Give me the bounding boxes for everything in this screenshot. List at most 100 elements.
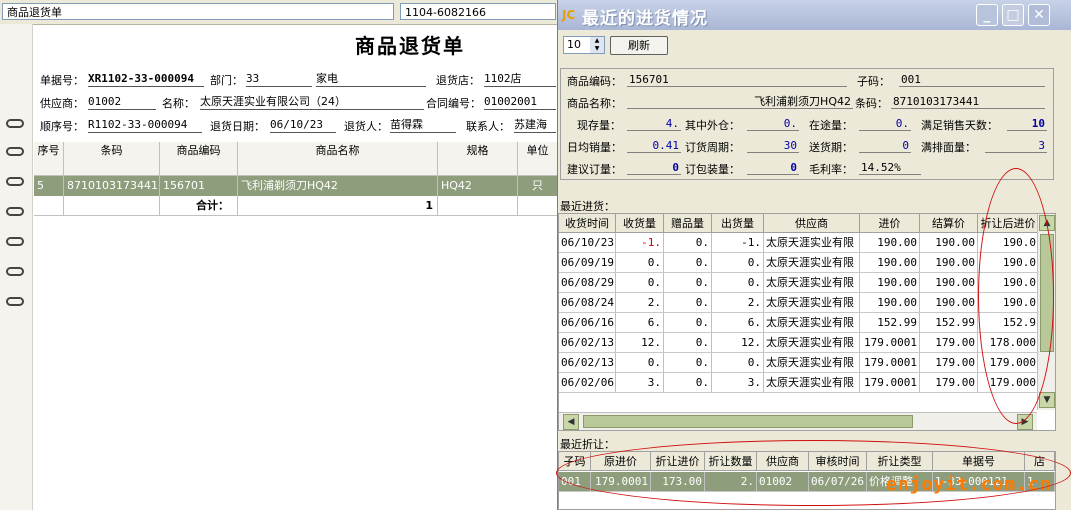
supplier-label: 供应商： [40,97,84,110]
contact-label: 联系人： [466,120,510,133]
purchases-vscroll[interactable]: ▲ ▼ [1037,214,1055,410]
col-header-settle-price[interactable]: 结算价 [920,214,978,233]
cell-purchase-price: 152.99 [860,313,920,332]
external-stock-label: 其中外仓： [685,119,740,132]
discount-col-header-subcode[interactable]: 子码 [559,452,591,471]
cell-gift-qty: 0. [664,273,712,292]
total-blank-cell [34,196,64,216]
discount-cell-discount-qty: 2. [705,472,757,491]
col-header-spec[interactable]: 规格 [438,142,518,176]
dialog-title: 最近的进货情况 [582,9,708,29]
discount-col-header-store[interactable]: 店 [1025,452,1055,471]
cell-discounted-price: 179.000 [978,353,1039,372]
product-name-label: 商品名称： [567,97,622,110]
col-header-receive-date[interactable]: 收货时间 [559,214,616,233]
discount-col-header-supplier[interactable]: 供应商 [757,452,809,471]
col-header-discounted-price[interactable]: 折让后进价 [978,214,1039,233]
seq-label: 顺序号： [40,120,84,133]
discount-col-header-discount-qty[interactable]: 折让数量 [705,452,757,471]
cell-ship-qty: 6. [712,313,764,332]
contract-no-value[interactable]: 01002001 [484,95,556,110]
col-header-product-name[interactable]: 商品名称 [238,142,438,176]
count-stepper[interactable]: 10 ▲ ▼ [563,36,605,54]
cell-settle-price: 179.00 [920,353,978,372]
table-row[interactable]: 06/02/13 12. 0. 12. 太原天涯实业有限 179.0001 179.00 17… [559,333,1039,353]
contact-value[interactable]: 苏建海 [514,118,556,133]
total-blank-cell [518,196,558,216]
maximize-icon: □ [1006,7,1020,23]
table-row[interactable]: 5 8710103173441 156701 飞利浦剃须刀HQ42 HQ42 只 [34,176,558,196]
col-header-ship-qty[interactable]: 出货量 [712,214,764,233]
cell-seq: 5 [34,176,64,196]
doc-name-tab[interactable]: 商品退货单 [2,3,394,20]
total-label: 合计： [160,196,238,216]
discount-col-header-doc-no[interactable]: 单据号 [933,452,1025,471]
col-header-unit[interactable]: 单位 [518,142,558,176]
col-header-barcode[interactable]: 条码 [64,142,160,176]
table-row[interactable]: 06/02/06 3. 0. 3. 太原天涯实业有限 179.0001 179.00 179.… [559,373,1039,393]
discount-cell-subcode: 001 [559,472,591,491]
return-date-value[interactable]: 06/10/23 [270,118,336,133]
scroll-up-icon[interactable]: ▲ [1039,215,1055,231]
hscroll-thumb[interactable] [583,415,913,428]
supplier-name-label: 名称： [162,97,195,110]
cell-supplier: 太原天涯实业有限 [764,273,860,292]
vscroll-thumb[interactable] [1040,234,1054,352]
cell-settle-price: 190.00 [920,273,978,292]
pack-qty-value: 0 [747,161,799,175]
dialog-titlebar[interactable]: JC 最近的进货情况 _ □ ✕ [558,0,1071,30]
minimize-button[interactable]: _ [976,4,998,26]
stepper-down-icon[interactable]: ▼ [590,45,604,53]
cell-receive-qty: 0. [616,353,664,372]
maximize-button[interactable]: □ [1002,4,1024,26]
scroll-right-icon[interactable]: ▶ [1017,414,1033,430]
pack-qty-label: 订包装量： [685,163,740,176]
cell-purchase-price: 190.00 [860,293,920,312]
col-header-supplier[interactable]: 供应商 [764,214,860,233]
table-row[interactable]: 06/09/19 0. 0. 0. 太原天涯实业有限 190.00 190.00 190.0 [559,253,1039,273]
returner-value[interactable]: 苗得霖 [390,118,456,133]
discount-cell-discount-price: 173.00 [651,472,705,491]
table-row[interactable]: 06/08/29 0. 0. 0. 太原天涯实业有限 190.00 190.00 190.0 [559,273,1039,293]
purchases-hscroll[interactable]: ◀ ▶ [559,412,1037,430]
supplier-code-value[interactable]: 01002 [88,95,156,110]
cell-ship-qty: 0. [712,253,764,272]
scroll-left-icon[interactable]: ◀ [563,414,579,430]
count-value: 10 [567,38,581,51]
cell-discounted-price: 190.0 [978,293,1039,312]
table-row[interactable]: 06/06/16 6. 0. 6. 太原天涯实业有限 152.99 152.99 152.9 [559,313,1039,333]
binding-ring-icon [6,297,24,306]
subcode-value: 001 [899,73,1045,87]
binding-ring-icon [6,267,24,276]
table-row[interactable]: 06/10/23 -1. 0. -1. 太原天涯实业有限 190.00 190.00 190.… [559,233,1039,253]
cell-settle-price: 190.00 [920,233,978,252]
total-value: 1 [238,196,438,216]
col-header-purchase-price[interactable]: 进价 [860,214,920,233]
daily-sales-label: 日均销量： [567,141,622,154]
discount-col-header-audit-date[interactable]: 审核时间 [809,452,867,471]
cell-supplier: 太原天涯实业有限 [764,333,860,352]
col-header-receive-qty[interactable]: 收货量 [616,214,664,233]
doc-no-value[interactable]: XR1102-33-000094 [88,72,204,87]
stepper-up-icon[interactable]: ▲ [590,37,604,45]
doc-number-tab[interactable]: 1104-6082166 [400,3,556,20]
refresh-button[interactable]: 刷新 [610,36,668,55]
scroll-down-icon[interactable]: ▼ [1039,392,1055,408]
store-value[interactable]: 1102店 [484,72,556,87]
cell-discounted-price: 178.000 [978,333,1039,352]
discount-col-header-original-price[interactable]: 原进价 [591,452,651,471]
discount-col-header-discount-price[interactable]: 折让进价 [651,452,705,471]
seq-no-value: R1102-33-000094 [88,118,202,133]
table-row[interactable]: 06/08/24 2. 0. 2. 太原天涯实业有限 190.00 190.00 190.0 [559,293,1039,313]
table-row[interactable]: 06/02/13 0. 0. 0. 太原天涯实业有限 179.0001 179.00 179.… [559,353,1039,373]
col-header-product-code[interactable]: 商品编码 [160,142,238,176]
cell-gift-qty: 0. [664,233,712,252]
product-code-label: 商品编码： [567,75,622,88]
dept-code-value[interactable]: 33 [246,72,312,87]
discount-col-header-discount-type[interactable]: 折让类型 [867,452,933,471]
cell-receive-date: 06/08/29 [559,273,616,292]
col-header-seq[interactable]: 序号 [34,142,64,176]
col-header-gift-qty[interactable]: 赠品量 [664,214,712,233]
close-button[interactable]: ✕ [1028,4,1050,26]
cell-settle-price: 190.00 [920,293,978,312]
